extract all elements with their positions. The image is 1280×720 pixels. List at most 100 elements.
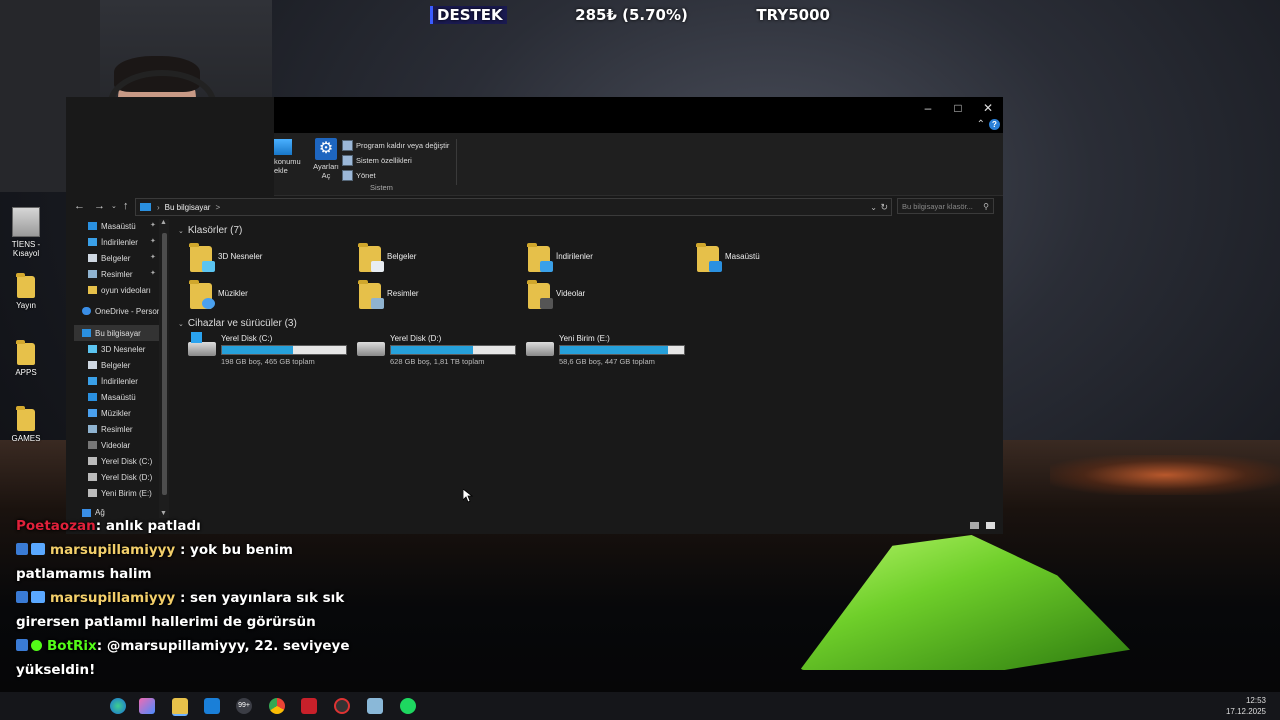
spotify-icon[interactable] xyxy=(400,698,416,714)
nav-item-downloads-quick[interactable]: İndirilenler xyxy=(88,235,138,249)
pin-icon: ✦ xyxy=(150,270,156,277)
folder-3d-objects[interactable]: 3D Nesneler xyxy=(189,243,262,272)
pin-icon: ✦ xyxy=(150,254,156,261)
network-location-icon xyxy=(274,139,292,155)
help-icon[interactable]: ? xyxy=(989,119,1000,130)
drive-icon xyxy=(526,342,554,356)
chrome-icon[interactable] xyxy=(269,698,285,714)
nav-item-drive-e[interactable]: Yeni Birim (E:) xyxy=(88,486,152,500)
folder-icon xyxy=(527,280,553,309)
nav-item-music[interactable]: Müzikler xyxy=(88,406,131,420)
file-explorer-window: – □ ✕ ⌃ ? konumu ekle ⚙ Ayarları Aç Prog… xyxy=(66,97,1003,534)
nav-item-documents[interactable]: Belgeler xyxy=(88,358,130,372)
maximize-button[interactable]: □ xyxy=(943,101,973,115)
outlook-icon[interactable] xyxy=(204,698,220,714)
messaging-icon[interactable]: 99+ xyxy=(236,698,252,714)
edge-icon[interactable] xyxy=(110,698,126,714)
add-network-location-button[interactable]: konumu ekle xyxy=(274,139,312,175)
copilot-icon[interactable] xyxy=(139,698,155,714)
badge-icon xyxy=(16,639,28,651)
address-dropdown-icon[interactable]: ⌄ xyxy=(870,203,877,212)
file-explorer-icon[interactable] xyxy=(172,698,188,716)
drive-icon xyxy=(357,342,385,356)
title-bar: – □ ✕ ⌃ ? xyxy=(274,97,1003,133)
open-settings-button[interactable]: ⚙ Ayarları Aç xyxy=(311,138,341,180)
nav-item-downloads[interactable]: İndirilenler xyxy=(88,374,138,388)
address-bar[interactable]: › Bu bilgisayar > ⌄ ↻ xyxy=(135,198,892,216)
nav-scrollbar[interactable]: ▲ ▼ xyxy=(159,219,169,519)
picture-icon xyxy=(88,270,97,278)
folder-pictures[interactable]: Resimler xyxy=(358,280,419,309)
nav-item-drive-c[interactable]: Yerel Disk (C:) xyxy=(88,454,152,468)
forward-button[interactable]: → xyxy=(94,200,105,212)
scroll-up-icon[interactable]: ▲ xyxy=(160,219,167,226)
taskbar: 99+ 12:53 17.12.2025 xyxy=(0,692,1280,720)
nav-item-game-videos[interactable]: oyun videoları xyxy=(88,283,151,297)
drive-icon xyxy=(188,332,216,356)
desktop-icon-tiens[interactable]: TİENS - Kısayol xyxy=(5,207,47,258)
search-input[interactable]: Bu bilgisayar klasör... ⚲ xyxy=(897,198,994,214)
close-button[interactable]: ✕ xyxy=(973,101,1003,115)
badge-icon xyxy=(16,591,28,603)
drive-c[interactable]: Yerel Disk (C:) 198 GB boş, 465 GB topla… xyxy=(188,332,347,366)
folder-music[interactable]: Müzikler xyxy=(189,280,248,309)
recent-locations-button[interactable]: ⌄ xyxy=(111,202,117,210)
obs-icon[interactable] xyxy=(334,698,350,714)
mouse-cursor-icon xyxy=(463,489,473,503)
folders-group-header[interactable]: ⌄ Klasörler (7) xyxy=(178,225,242,236)
system-properties-button[interactable]: Sistem özellikleri xyxy=(342,153,449,168)
ribbon-collapse-icon[interactable]: ⌃ xyxy=(977,119,985,130)
navigation-pane: Masaüstü ✦ İndirilenler ✦ Belgeler ✦ Res… xyxy=(66,219,173,519)
folder-desktop[interactable]: Masaüstü xyxy=(696,243,760,272)
folder-videos[interactable]: Videolar xyxy=(527,280,585,309)
nav-item-onedrive[interactable]: OneDrive - Person xyxy=(82,304,161,318)
nav-item-this-pc[interactable]: Bu bilgisayar xyxy=(82,326,141,340)
details-view-icon[interactable] xyxy=(970,522,979,529)
uninstall-program-button[interactable]: Program kaldır veya değiştir xyxy=(342,138,449,153)
navigation-bar: ← → ⌄ ↑ › Bu bilgisayar > ⌄ ↻ Bu bilgisa… xyxy=(66,196,1003,218)
computer-icon xyxy=(82,329,91,337)
chat-message: Poetaozan: anlık patladı xyxy=(16,518,201,534)
nav-item-desktop[interactable]: Masaüstü xyxy=(88,390,136,404)
folder-downloads[interactable]: İndirilenler xyxy=(527,243,593,272)
content-pane: ⌄ Klasörler (7) 3D Nesneler Belgeler İndi… xyxy=(174,219,1003,517)
minimize-button[interactable]: – xyxy=(913,101,943,115)
chat-message: marsupillamiyyy : yok bu benim patlamamı… xyxy=(16,542,293,582)
scrollbar-thumb[interactable] xyxy=(162,233,167,495)
drive-icon xyxy=(88,457,97,465)
drive-icon xyxy=(88,473,97,481)
nav-item-documents-quick[interactable]: Belgeler xyxy=(88,251,130,265)
chat-message: marsupillamiyyy : sen yayınlara sık sık … xyxy=(16,590,345,630)
folder-icon xyxy=(16,406,35,431)
large-icons-view-icon[interactable] xyxy=(986,522,995,529)
drives-group-header[interactable]: ⌄ Cihazlar ve sürücüler (3) xyxy=(178,318,297,329)
computer-icon xyxy=(140,203,151,211)
system-clock[interactable]: 12:53 17.12.2025 xyxy=(1226,695,1266,717)
folder-documents[interactable]: Belgeler xyxy=(358,243,416,272)
desktop-icon-games[interactable]: GAMES xyxy=(5,406,47,443)
nav-item-3d-objects[interactable]: 3D Nesneler xyxy=(88,342,145,356)
folder-icon xyxy=(189,243,215,272)
download-icon xyxy=(88,238,97,246)
drive-usage-bar xyxy=(390,345,516,355)
nav-item-pictures[interactable]: Resimler xyxy=(88,422,133,436)
notepad-icon[interactable] xyxy=(367,698,383,714)
up-button[interactable]: ↑ xyxy=(123,200,129,212)
back-button[interactable]: ← xyxy=(74,200,85,212)
nav-item-drive-d[interactable]: Yerel Disk (D:) xyxy=(88,470,152,484)
drive-e[interactable]: Yeni Birim (E:) 58,6 GB boş, 447 GB topl… xyxy=(526,334,685,366)
desktop-icon-apps[interactable]: APPS xyxy=(5,340,47,377)
desktop-icon-yayin[interactable]: Yayın xyxy=(5,273,47,310)
drive-icon xyxy=(88,489,97,497)
nav-item-pictures-quick[interactable]: Resimler xyxy=(88,267,133,281)
refresh-icon[interactable]: ↻ xyxy=(880,202,888,213)
drive-d[interactable]: Yerel Disk (D:) 628 GB boş, 1,81 TB topl… xyxy=(357,334,516,366)
manage-button[interactable]: Yönet xyxy=(342,168,449,183)
drive-usage-bar xyxy=(559,345,685,355)
donation-ticker: DESTEK 285₺ (5.70%) TRY5000 xyxy=(430,5,830,25)
nav-item-desktop-quick[interactable]: Masaüstü xyxy=(88,219,136,233)
breadcrumb-this-pc[interactable]: Bu bilgisayar xyxy=(165,203,211,212)
nav-item-videos[interactable]: Videolar xyxy=(88,438,130,452)
app-icon[interactable] xyxy=(301,698,317,714)
program-icon xyxy=(342,140,353,151)
